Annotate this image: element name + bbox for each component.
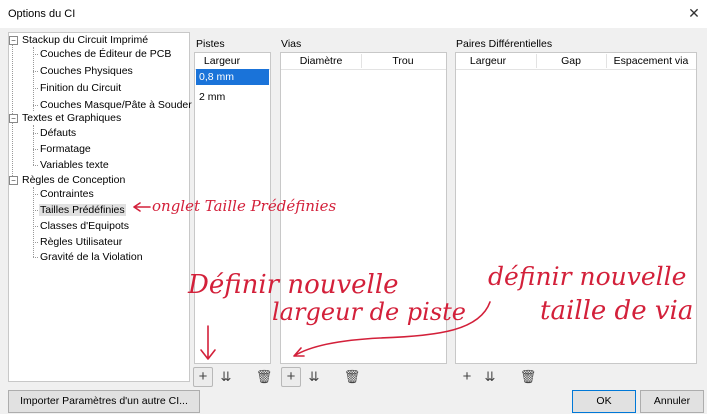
table-header: Diamètre Trou	[281, 53, 446, 70]
plus-icon: +	[198, 368, 208, 385]
column-header-trou[interactable]: Trou	[361, 55, 445, 69]
import-diff-pair-button[interactable]: ⇊	[480, 367, 500, 387]
column-header-largeur[interactable]: Largeur	[195, 55, 249, 69]
import-icon: ⇊	[220, 369, 232, 384]
tree-connector	[33, 71, 38, 72]
table-row-selected[interactable]: 0,8 mm	[196, 69, 269, 85]
delete-diff-pair-button[interactable]: 🗑	[518, 367, 538, 387]
add-diff-pair-button[interactable]: +	[457, 367, 477, 387]
tree-connector	[33, 47, 34, 111]
plus-icon: +	[286, 368, 296, 385]
tree-item-gravite-violation[interactable]: Gravité de la Violation	[39, 250, 144, 264]
import-icon: ⇊	[308, 369, 320, 384]
annotation-tab-note: onglet Taille Prédéfinies	[152, 197, 337, 215]
tree-connector	[33, 54, 38, 55]
close-icon[interactable]: ✕	[687, 5, 701, 21]
tree-connector	[33, 165, 38, 166]
annotation-track-line2: largeur de piste	[272, 298, 466, 326]
tree-group-regles[interactable]: Règles de Conception	[21, 173, 126, 187]
cancel-button[interactable]: Annuler	[640, 390, 704, 413]
import-track-button[interactable]: ⇊	[216, 367, 236, 387]
tree-item-formatage[interactable]: Formatage	[39, 142, 92, 156]
pistes-title: Pistes	[196, 38, 225, 50]
tree-connector	[33, 187, 34, 257]
add-via-button[interactable]: +	[281, 367, 301, 387]
tree-item-regles-utilisateur[interactable]: Règles Utilisateur	[39, 235, 123, 249]
tree-connector	[33, 88, 38, 89]
tree-connector	[33, 210, 38, 211]
tree-connector	[33, 242, 38, 243]
tree-connector	[33, 257, 38, 258]
tree-connector	[33, 105, 38, 106]
tree-item-couches-editeur[interactable]: Couches de Éditeur de PCB	[39, 47, 172, 61]
trash-icon: 🗑	[343, 369, 361, 384]
add-track-button[interactable]: +	[193, 367, 213, 387]
tree-connector	[33, 133, 38, 134]
title-bar: Options du CI ✕	[0, 0, 707, 28]
annotation-track-line1: Définir nouvelle	[188, 270, 399, 300]
expand-icon[interactable]: −	[9, 176, 18, 185]
tree-item-finition[interactable]: Finition du Circuit	[39, 81, 122, 95]
tree-group-textes[interactable]: Textes et Graphiques	[21, 111, 122, 125]
paires-title: Paires Différentielles	[456, 38, 553, 50]
expand-icon[interactable]: −	[9, 36, 18, 45]
import-via-button[interactable]: ⇊	[304, 367, 324, 387]
column-header-largeur[interactable]: Largeur	[456, 55, 520, 69]
tree-item-variables-texte[interactable]: Variables texte	[39, 158, 110, 172]
tree-item-defauts[interactable]: Défauts	[39, 126, 77, 140]
column-header-espacement-via[interactable]: Espacement via	[606, 55, 696, 69]
ok-button[interactable]: OK	[572, 390, 636, 413]
tree-item-tailles-predefinies[interactable]: Tailles Prédéfinies	[39, 203, 126, 217]
import-settings-button[interactable]: Importer Paramètres d'un autre CI...	[8, 390, 200, 413]
tree-item-classes-equipots[interactable]: Classes d'Equipots	[39, 219, 130, 233]
delete-track-button[interactable]: 🗑	[254, 367, 274, 387]
annotation-via-line2: taille de via	[540, 296, 694, 326]
tree-item-masque[interactable]: Couches Masque/Pâte à Souder	[39, 98, 193, 112]
tree-group-stackup[interactable]: Stackup du Circuit Imprimé	[21, 33, 149, 47]
delete-via-button[interactable]: 🗑	[342, 367, 362, 387]
table-header: Largeur Gap Espacement via	[456, 53, 696, 70]
import-icon: ⇊	[484, 369, 496, 384]
tree-connector	[33, 149, 38, 150]
tree-connector	[33, 226, 38, 227]
vias-title: Vias	[281, 38, 302, 50]
trash-icon: 🗑	[519, 369, 537, 384]
tree-item-couches-physiques[interactable]: Couches Physiques	[39, 64, 134, 78]
table-row[interactable]: 2 mm	[196, 89, 269, 105]
annotation-via-line1: définir nouvelle	[488, 262, 687, 291]
table-header: Largeur	[195, 53, 270, 70]
plus-icon: +	[462, 368, 472, 385]
window-title: Options du CI	[8, 8, 76, 20]
tree-connector	[12, 41, 13, 180]
tree-connector	[33, 194, 38, 195]
column-header-diametre[interactable]: Diamètre	[281, 55, 361, 69]
tree-connector	[33, 125, 34, 165]
column-header-gap[interactable]: Gap	[536, 55, 606, 69]
tree-item-contraintes[interactable]: Contraintes	[39, 187, 95, 201]
trash-icon: 🗑	[255, 369, 273, 384]
expand-icon[interactable]: −	[9, 114, 18, 123]
